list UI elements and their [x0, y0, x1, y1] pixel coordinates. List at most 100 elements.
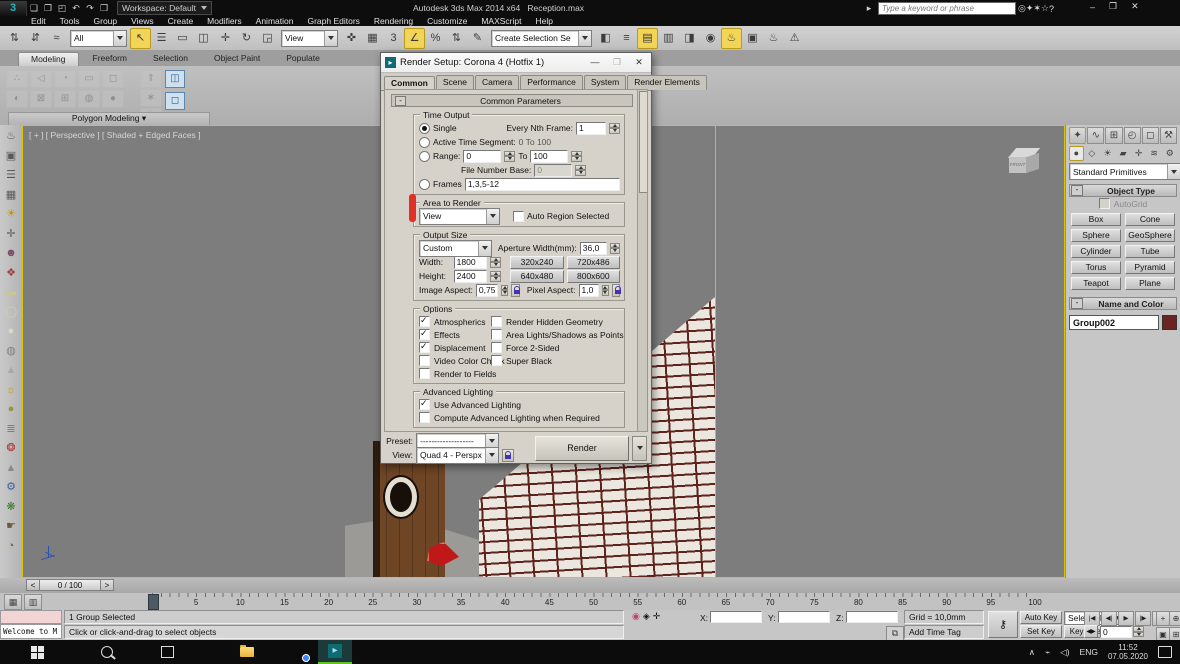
group-objects-icon[interactable]: ❖	[2, 264, 20, 283]
auto-key-button[interactable]: Auto Key	[1020, 611, 1062, 624]
tab-system[interactable]: System	[584, 75, 626, 90]
viewport-label[interactable]: [ + ] [ Perspective ] [ Shaded + Edged F…	[29, 130, 201, 140]
button-tube[interactable]: Tube	[1125, 245, 1175, 258]
current-frame-spinner[interactable]	[1133, 626, 1144, 637]
previous-frame-icon[interactable]: ◀|	[1101, 611, 1117, 626]
hidden-icons-chevron[interactable]: ∧	[1029, 647, 1035, 658]
selection-lock-icon[interactable]: ◈	[643, 611, 650, 622]
checkbox-video-color-check[interactable]	[419, 355, 430, 366]
select-and-link-icon[interactable]: ⇅	[4, 28, 25, 49]
teapot-icon[interactable]: ♨	[2, 127, 20, 146]
character-icon[interactable]: ☻	[2, 244, 20, 263]
window-minimize-icon[interactable]: –	[1090, 2, 1095, 12]
view-lock-icon[interactable]	[502, 449, 514, 462]
view-dropdown[interactable]: Quad 4 - Perspx	[416, 447, 499, 464]
search-input[interactable]: Type a keyword or phrase	[878, 2, 1016, 15]
checkbox-super-black[interactable]	[491, 355, 502, 366]
scrollbar-thumb[interactable]	[639, 91, 648, 193]
every-nth-frame-field[interactable]: 1	[576, 122, 606, 135]
button-320x240[interactable]: 320x240	[510, 256, 563, 269]
x-coordinate-field[interactable]	[710, 611, 762, 623]
hierarchy-tab-icon[interactable]: ⊞	[1105, 127, 1122, 144]
menu-group[interactable]: Group	[87, 16, 125, 26]
maxscript-mini-listener-pink[interactable]	[0, 610, 62, 624]
select-and-move-icon[interactable]: ✛	[215, 28, 236, 49]
add-time-tag[interactable]: Add Time Tag	[904, 625, 984, 639]
checkbox-area-lights-shadows-as-points[interactable]	[491, 329, 502, 340]
angle-snap-toggle-icon[interactable]: ∠	[404, 28, 425, 49]
menu-rendering[interactable]: Rendering	[367, 16, 420, 26]
gear-icon[interactable]: ⚙	[2, 478, 20, 497]
toggle-command-panel-icon[interactable]: ◫	[165, 70, 185, 88]
display-tab-icon[interactable]: ◻	[1142, 127, 1159, 144]
button-640x480[interactable]: 640x480	[510, 270, 563, 283]
select-object-icon[interactable]: ↖	[130, 28, 151, 49]
help-icon[interactable]: ?	[1049, 4, 1054, 14]
pixel-aspect-field[interactable]: 1,0	[579, 284, 599, 297]
tab-camera[interactable]: Camera	[475, 75, 519, 90]
list-view-icon[interactable]: ☰	[2, 166, 20, 185]
snaps-toggle-icon[interactable]: 3	[383, 28, 404, 49]
time-slider[interactable]: < 0 / 100 >	[26, 579, 114, 591]
file-number-base-spinner[interactable]	[575, 165, 586, 176]
object-type-rollout[interactable]: - Object Type	[1069, 184, 1177, 197]
cone-icon[interactable]: ▲	[2, 361, 20, 380]
range-to-field[interactable]: 100	[530, 150, 568, 163]
open-mini-curve-editor-icon[interactable]: ▦	[4, 594, 22, 610]
menu-animation[interactable]: Animation	[249, 16, 301, 26]
radio-range[interactable]	[419, 151, 430, 162]
y-coordinate-field[interactable]	[778, 611, 830, 623]
menu-edit[interactable]: Edit	[24, 16, 53, 26]
range-to-spinner[interactable]	[571, 151, 582, 162]
menu-views[interactable]: Views	[124, 16, 161, 26]
redo-icon[interactable]: ↷	[83, 2, 97, 15]
space-warps-icon[interactable]: ≋	[1147, 146, 1162, 161]
collapse-icon[interactable]: -	[395, 96, 406, 106]
select-and-rotate-icon[interactable]: ↻	[236, 28, 257, 49]
height-spinner[interactable]	[490, 271, 501, 282]
collapse-icon[interactable]: -	[1071, 298, 1083, 309]
manage-layers-icon[interactable]: ▤	[637, 28, 658, 49]
language-indicator[interactable]: ENG	[1080, 647, 1098, 657]
bind-to-space-warp-icon[interactable]: ≈	[46, 28, 67, 49]
window-crossing-toggle-icon[interactable]: ◫	[193, 28, 214, 49]
edit-named-selection-sets-icon[interactable]: ✎	[467, 28, 488, 49]
start-button[interactable]	[22, 640, 52, 664]
geometry-icon[interactable]: ●	[1069, 146, 1084, 161]
image-aspect-lock-icon[interactable]	[511, 284, 519, 297]
network-icon[interactable]: ⌁	[1045, 647, 1050, 658]
favorites-icon[interactable]: ☆	[1041, 3, 1049, 14]
frames-field[interactable]: 1,3,5-12	[465, 178, 620, 191]
toggle-scene-explorer-icon[interactable]: ◻	[165, 92, 185, 110]
checkbox-render-to-fields[interactable]	[419, 368, 430, 379]
button-cone[interactable]: Cone	[1125, 213, 1175, 226]
set-key-button[interactable]: Set Key	[1020, 625, 1062, 638]
time-tag-icon[interactable]: ⧉	[886, 626, 904, 641]
track-bar[interactable]: ▦▥ 0510152025303540455055606570758085909…	[0, 593, 1180, 611]
checkbox-displacement[interactable]	[419, 342, 430, 353]
material-editor-icon[interactable]: ◉	[700, 28, 721, 49]
select-and-manipulate-icon[interactable]: ✜	[341, 28, 362, 49]
file-explorer-icon[interactable]	[232, 640, 262, 664]
width-field[interactable]: 1800	[454, 256, 488, 269]
viewcube[interactable]: FRONT	[1008, 148, 1042, 180]
display-floater-icon[interactable]: ◨	[679, 28, 700, 49]
sun-icon[interactable]: ☼	[2, 381, 20, 400]
play-animation-icon[interactable]: ▶	[1118, 611, 1134, 626]
tab-performance[interactable]: Performance	[520, 75, 583, 90]
lights-icon[interactable]: ☀	[1100, 146, 1115, 161]
every-nth-frame-spinner[interactable]	[609, 123, 620, 134]
viewcube-front-face[interactable]: FRONT	[1009, 157, 1026, 173]
button-torus[interactable]: Torus	[1071, 261, 1121, 274]
communication-center-icon[interactable]: ✶	[1033, 3, 1041, 14]
select-and-scale-icon[interactable]: ◲	[257, 28, 278, 49]
sign-in-icon[interactable]: ✦	[1026, 3, 1034, 14]
tab-freeform[interactable]: Freeform	[81, 52, 139, 66]
current-frame-field[interactable]: 0	[1100, 626, 1132, 638]
menu-tools[interactable]: Tools	[53, 16, 87, 26]
modify-tab-icon[interactable]: ∿	[1087, 127, 1104, 144]
helpers-icon[interactable]: ✛	[1131, 146, 1146, 161]
checkbox-render-hidden-geometry[interactable]	[491, 316, 502, 327]
button-cylinder[interactable]: Cylinder	[1071, 245, 1121, 258]
menu-graph-editors[interactable]: Graph Editors	[300, 16, 366, 26]
